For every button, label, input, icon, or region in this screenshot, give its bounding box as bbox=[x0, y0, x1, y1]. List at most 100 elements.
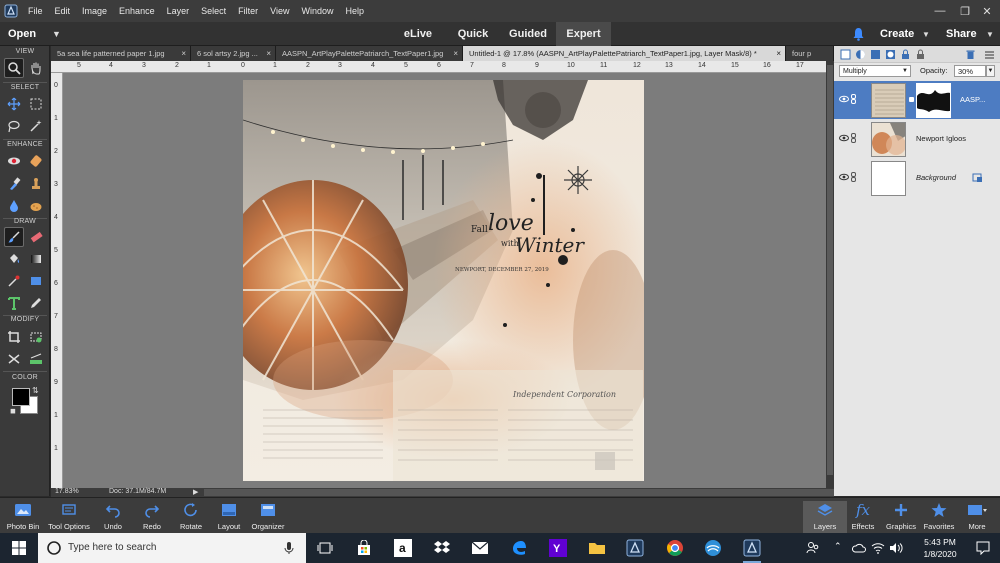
action-center-icon[interactable] bbox=[976, 541, 990, 555]
content-aware-move-tool-icon[interactable] bbox=[4, 349, 24, 369]
photoshop-elements-taskbar-icon[interactable] bbox=[620, 533, 650, 563]
create-dropdown-icon[interactable]: ▼ bbox=[922, 30, 930, 39]
cloud-icon[interactable] bbox=[852, 542, 866, 554]
menu-image[interactable]: Image bbox=[76, 0, 113, 22]
sponge-tool-icon[interactable] bbox=[26, 196, 46, 216]
more-button[interactable]: More bbox=[955, 501, 999, 533]
tab-quick[interactable]: Quick bbox=[450, 22, 496, 46]
visibility-eye-icon[interactable] bbox=[839, 95, 849, 103]
layer-row-background[interactable]: Background bbox=[834, 159, 1000, 197]
vertical-scrollbar[interactable] bbox=[826, 61, 834, 488]
eraser-tool-icon[interactable] bbox=[26, 227, 46, 247]
layout-button[interactable]: Layout bbox=[207, 501, 251, 533]
task-view-icon[interactable] bbox=[310, 533, 340, 563]
pencil-tool-icon[interactable] bbox=[26, 293, 46, 313]
menu-view[interactable]: View bbox=[264, 0, 295, 22]
menu-window[interactable]: Window bbox=[295, 0, 339, 22]
menu-filter[interactable]: Filter bbox=[232, 0, 264, 22]
foreground-color-swatch[interactable] bbox=[12, 388, 30, 406]
visibility-eye-icon[interactable] bbox=[839, 134, 849, 142]
app-logo-icon[interactable] bbox=[0, 0, 22, 22]
amazon-icon[interactable]: a bbox=[388, 533, 418, 563]
smart-brush-tool-icon[interactable] bbox=[4, 174, 24, 194]
undo-button[interactable]: Undo bbox=[91, 501, 135, 533]
dropbox-icon[interactable] bbox=[427, 533, 457, 563]
marquee-tool-icon[interactable] bbox=[26, 94, 46, 114]
brush-tool-icon[interactable] bbox=[4, 227, 24, 247]
blur-tool-icon[interactable] bbox=[4, 196, 24, 216]
layer-row-newport-igloos[interactable]: Newport Igloos bbox=[834, 120, 1000, 158]
menu-edit[interactable]: Edit bbox=[49, 0, 77, 22]
link-icon[interactable] bbox=[851, 94, 856, 104]
volume-icon[interactable] bbox=[889, 542, 903, 554]
notification-bell-icon[interactable] bbox=[852, 27, 865, 41]
red-eye-tool-icon[interactable] bbox=[4, 151, 24, 171]
menu-layer[interactable]: Layer bbox=[161, 0, 196, 22]
layer-thumbnail[interactable] bbox=[871, 161, 906, 196]
eyedropper-tool-icon[interactable] bbox=[4, 271, 24, 291]
trash-icon[interactable] bbox=[965, 49, 976, 60]
link-icon[interactable] bbox=[851, 172, 856, 182]
gradient-tool-icon[interactable] bbox=[26, 249, 46, 269]
menu-file[interactable]: File bbox=[22, 0, 49, 22]
crop-tool-icon[interactable] bbox=[4, 327, 24, 347]
photo-bin-button[interactable]: Photo Bin bbox=[1, 501, 45, 533]
default-colors-icon[interactable]: ◼ bbox=[10, 407, 16, 415]
opacity-input[interactable]: 30% bbox=[954, 65, 986, 77]
chrome-icon[interactable] bbox=[660, 533, 690, 563]
open-button[interactable]: Open bbox=[8, 22, 36, 46]
background-lock-icon[interactable] bbox=[972, 172, 983, 183]
doc-tab[interactable]: four p bbox=[786, 46, 834, 61]
spot-healing-tool-icon[interactable] bbox=[26, 151, 46, 171]
menu-enhance[interactable]: Enhance bbox=[113, 0, 161, 22]
status-arrow-icon[interactable]: ▶ bbox=[193, 488, 198, 496]
zoom-tool-icon[interactable] bbox=[4, 58, 24, 78]
link-icon[interactable] bbox=[851, 133, 856, 143]
tool-options-button[interactable]: Tool Options bbox=[45, 501, 93, 533]
create-button[interactable]: Create bbox=[880, 22, 914, 46]
yahoo-icon[interactable]: Y bbox=[543, 533, 573, 563]
mask-link-icon[interactable] bbox=[909, 97, 914, 102]
layer-mask-icon[interactable] bbox=[885, 49, 896, 60]
lock-layer-icon[interactable] bbox=[900, 49, 911, 60]
tab-expert[interactable]: Expert bbox=[556, 22, 611, 46]
paint-bucket-tool-icon[interactable] bbox=[4, 249, 24, 269]
windows-start-icon[interactable] bbox=[0, 533, 38, 563]
clone-stamp-tool-icon[interactable] bbox=[26, 174, 46, 194]
share-dropdown-icon[interactable]: ▼ bbox=[986, 30, 994, 39]
lock-all-icon[interactable] bbox=[915, 49, 926, 60]
adjustment-layer-icon[interactable] bbox=[855, 49, 866, 60]
redo-button[interactable]: Redo bbox=[130, 501, 174, 533]
people-icon[interactable] bbox=[806, 541, 820, 555]
store-icon[interactable] bbox=[349, 533, 379, 563]
visibility-eye-icon[interactable] bbox=[839, 173, 849, 181]
fill-layer-icon[interactable] bbox=[870, 49, 881, 60]
new-layer-icon[interactable] bbox=[840, 49, 851, 60]
layer-thumbnail[interactable] bbox=[871, 83, 906, 118]
doc-tab-active[interactable]: Untitled-1 @ 17.8% (AASPN_ArtPlayPalette… bbox=[463, 46, 786, 61]
tab-elive[interactable]: eLive bbox=[394, 22, 442, 46]
shape-tool-icon[interactable] bbox=[26, 271, 46, 291]
type-tool-icon[interactable] bbox=[4, 293, 24, 313]
close-tab-icon[interactable]: × bbox=[453, 46, 458, 61]
doc-tab[interactable]: 6 sol artsy 2.jpg ... × bbox=[191, 46, 276, 61]
close-tab-icon[interactable]: × bbox=[181, 46, 186, 61]
canvas-area[interactable]: Fall love with Winter NEWPORT, DECEMBER … bbox=[63, 73, 826, 488]
file-explorer-icon[interactable] bbox=[582, 533, 612, 563]
hand-tool-icon[interactable] bbox=[26, 58, 46, 78]
layer-row-aasp[interactable]: AASP... bbox=[834, 81, 1000, 119]
open-dropdown-icon[interactable]: ▼ bbox=[52, 29, 61, 39]
menu-select[interactable]: Select bbox=[195, 0, 232, 22]
doc-tab[interactable]: 5a sea life patterned paper 1.jpg × bbox=[51, 46, 191, 61]
taskbar-search-input[interactable]: Type here to search bbox=[38, 533, 306, 563]
share-button[interactable]: Share bbox=[946, 22, 977, 46]
doc-tab[interactable]: AASPN_ArtPlayPalettePatriarch_TextPaper1… bbox=[276, 46, 463, 61]
microphone-icon[interactable] bbox=[284, 541, 294, 555]
close-tab-icon[interactable]: × bbox=[266, 46, 271, 61]
magic-wand-tool-icon[interactable] bbox=[26, 116, 46, 136]
lasso-tool-icon[interactable] bbox=[4, 116, 24, 136]
show-hidden-icons-icon[interactable]: ⌃ bbox=[834, 541, 842, 552]
mail-icon[interactable] bbox=[465, 533, 495, 563]
scroll-thumb[interactable] bbox=[827, 65, 833, 475]
artboard-image[interactable]: Fall love with Winter NEWPORT, DECEMBER … bbox=[243, 80, 644, 481]
